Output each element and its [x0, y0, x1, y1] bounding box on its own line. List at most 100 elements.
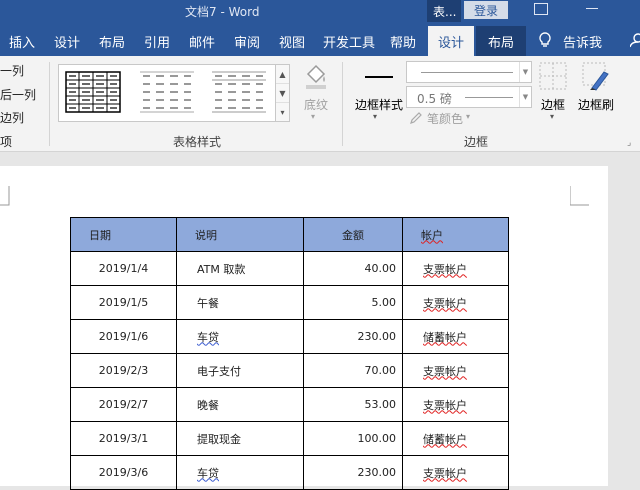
lightbulb-icon[interactable]: [538, 32, 552, 52]
tab-references[interactable]: 引用: [144, 32, 170, 51]
table-row: 2019/1/4 ATM 取款 40.00 支票帐户: [70, 251, 509, 286]
cell-account[interactable]: 支票帐户: [402, 285, 509, 320]
data-table[interactable]: 日期 说明 金额 帐户 2019/1/4 ATM 取款 40.00 支票帐户 2…: [70, 217, 509, 490]
table-styles-gallery[interactable]: [58, 64, 276, 122]
cell-amount[interactable]: 230.00: [303, 319, 403, 354]
tab-help[interactable]: 帮助: [390, 32, 416, 51]
margin-corner-mark: [0, 186, 10, 206]
cell-account[interactable]: 储蓄帐户: [402, 319, 509, 354]
title-bar: 文档7 - Word 表... 登录: [0, 0, 640, 22]
minimize-icon[interactable]: [586, 8, 598, 9]
line-weight-combo[interactable]: 0.5 磅 ▼: [406, 86, 532, 108]
gallery-scroll-down-icon[interactable]: ▼: [276, 84, 289, 103]
line-weight-dropdown-icon[interactable]: ▼: [519, 87, 531, 107]
table-style-plain-icon[interactable]: [139, 71, 195, 113]
border-styles-button[interactable]: 边框样式: [355, 96, 403, 113]
group-separator: [342, 62, 343, 146]
window-title: 文档7 - Word: [185, 5, 260, 19]
cell-account-text: 支票帐户: [423, 466, 467, 480]
cell-description[interactable]: 电子支付: [176, 353, 304, 388]
option-banded-columns[interactable]: 边列: [0, 109, 24, 126]
cell-amount[interactable]: 70.00: [303, 353, 403, 388]
border-painter-button[interactable]: 边框刷: [578, 96, 614, 113]
shading-bucket-icon[interactable]: [302, 62, 330, 94]
table-row: 2019/1/6 车贷 230.00 储蓄帐户: [70, 319, 509, 354]
document-page[interactable]: 日期 说明 金额 帐户 2019/1/4 ATM 取款 40.00 支票帐户 2…: [0, 166, 608, 490]
cell-account[interactable]: 支票帐户: [402, 455, 509, 490]
header-account[interactable]: 帐户: [402, 217, 509, 252]
cell-description[interactable]: 提取现金: [176, 421, 304, 456]
gallery-more-icon[interactable]: ▾: [276, 103, 289, 122]
tab-insert[interactable]: 插入: [9, 32, 35, 51]
tell-me-search[interactable]: 告诉我: [563, 32, 602, 51]
cell-account[interactable]: 支票帐户: [402, 387, 509, 422]
cell-date[interactable]: 2019/1/5: [70, 285, 177, 320]
pen-color-dropdown-icon[interactable]: ▾: [466, 112, 470, 121]
line-style-combo[interactable]: ▼: [406, 61, 532, 83]
share-icon[interactable]: [629, 32, 640, 52]
shading-dropdown-icon[interactable]: ▾: [311, 112, 315, 121]
tab-mailings[interactable]: 邮件: [189, 32, 215, 51]
cell-description-text: 车贷: [197, 466, 219, 480]
cell-amount[interactable]: 5.00: [303, 285, 403, 320]
table-row: 2019/2/3 电子支付 70.00 支票帐户: [70, 353, 509, 388]
cell-account[interactable]: 储蓄帐户: [402, 421, 509, 456]
vertical-scrollbar[interactable]: [624, 152, 640, 480]
tab-design[interactable]: 设计: [54, 32, 80, 51]
cell-date[interactable]: 2019/2/3: [70, 353, 177, 388]
cell-date[interactable]: 2019/1/6: [70, 319, 177, 354]
shading-button[interactable]: 底纹: [304, 96, 328, 113]
border-styles-dropdown-icon[interactable]: ▾: [373, 112, 377, 121]
borders-group-label: 边框: [464, 135, 489, 149]
table-row: 2019/3/6 车贷 230.00 支票帐户: [70, 455, 509, 490]
borders-button[interactable]: 边框: [541, 96, 565, 113]
line-style-dropdown-icon[interactable]: ▼: [519, 62, 531, 82]
cell-date[interactable]: 2019/3/6: [70, 455, 177, 490]
gallery-scroll-controls[interactable]: ▲ ▼ ▾: [276, 64, 290, 122]
cell-amount[interactable]: 40.00: [303, 251, 403, 286]
tab-review[interactable]: 审阅: [234, 32, 260, 51]
cell-description[interactable]: 晚餐: [176, 387, 304, 422]
borders-dialog-launcher-icon[interactable]: ⌟: [627, 138, 631, 148]
cell-account-text: 支票帐户: [423, 262, 467, 276]
tab-table-layout[interactable]: 布局: [476, 26, 527, 56]
cell-date[interactable]: 2019/2/7: [70, 387, 177, 422]
table-tools-context-tab[interactable]: 表...: [427, 0, 461, 22]
document-area: 日期 说明 金额 帐户 2019/1/4 ATM 取款 40.00 支票帐户 2…: [0, 152, 640, 490]
cell-amount[interactable]: 53.00: [303, 387, 403, 422]
header-account-text: 帐户: [421, 228, 443, 242]
table-row: 2019/3/1 提取现金 100.00 储蓄帐户: [70, 421, 509, 456]
pen-color-button[interactable]: 笔颜色: [427, 110, 463, 127]
tab-layout[interactable]: 布局: [99, 32, 125, 51]
cell-description[interactable]: 车贷: [176, 455, 304, 490]
cell-description[interactable]: 午餐: [176, 285, 304, 320]
border-painter-icon[interactable]: [582, 62, 612, 96]
header-amount[interactable]: 金额: [303, 217, 403, 252]
borders-icon[interactable]: [539, 62, 567, 94]
cell-amount[interactable]: 230.00: [303, 455, 403, 490]
login-button[interactable]: 登录: [464, 1, 508, 19]
table-style-grid-icon[interactable]: [65, 71, 121, 113]
cell-account-text: 储蓄帐户: [423, 432, 467, 446]
tab-developer[interactable]: 开发工具: [323, 32, 375, 51]
table-style-light-icon[interactable]: [211, 71, 267, 113]
cell-date[interactable]: 2019/3/1: [70, 421, 177, 456]
ribbon-display-options-icon[interactable]: [534, 3, 548, 15]
cell-date[interactable]: 2019/1/4: [70, 251, 177, 286]
cell-description[interactable]: 车贷: [176, 319, 304, 354]
borders-dropdown-icon[interactable]: ▾: [550, 112, 554, 121]
option-last-column[interactable]: 后一列: [0, 86, 36, 103]
header-date[interactable]: 日期: [70, 217, 177, 252]
cell-description-text: 车贷: [197, 330, 219, 344]
option-first-column[interactable]: 一列: [0, 62, 24, 79]
cell-amount[interactable]: 100.00: [303, 421, 403, 456]
tab-view[interactable]: 视图: [279, 32, 305, 51]
cell-account[interactable]: 支票帐户: [402, 353, 509, 388]
cell-description[interactable]: ATM 取款: [176, 251, 304, 286]
cell-account[interactable]: 支票帐户: [402, 251, 509, 286]
header-description[interactable]: 说明: [176, 217, 304, 252]
table-header-row: 日期 说明 金额 帐户: [70, 217, 509, 252]
gallery-scroll-up-icon[interactable]: ▲: [276, 65, 289, 84]
border-style-preview-icon[interactable]: [365, 76, 393, 78]
tab-table-design[interactable]: 设计: [428, 26, 475, 56]
